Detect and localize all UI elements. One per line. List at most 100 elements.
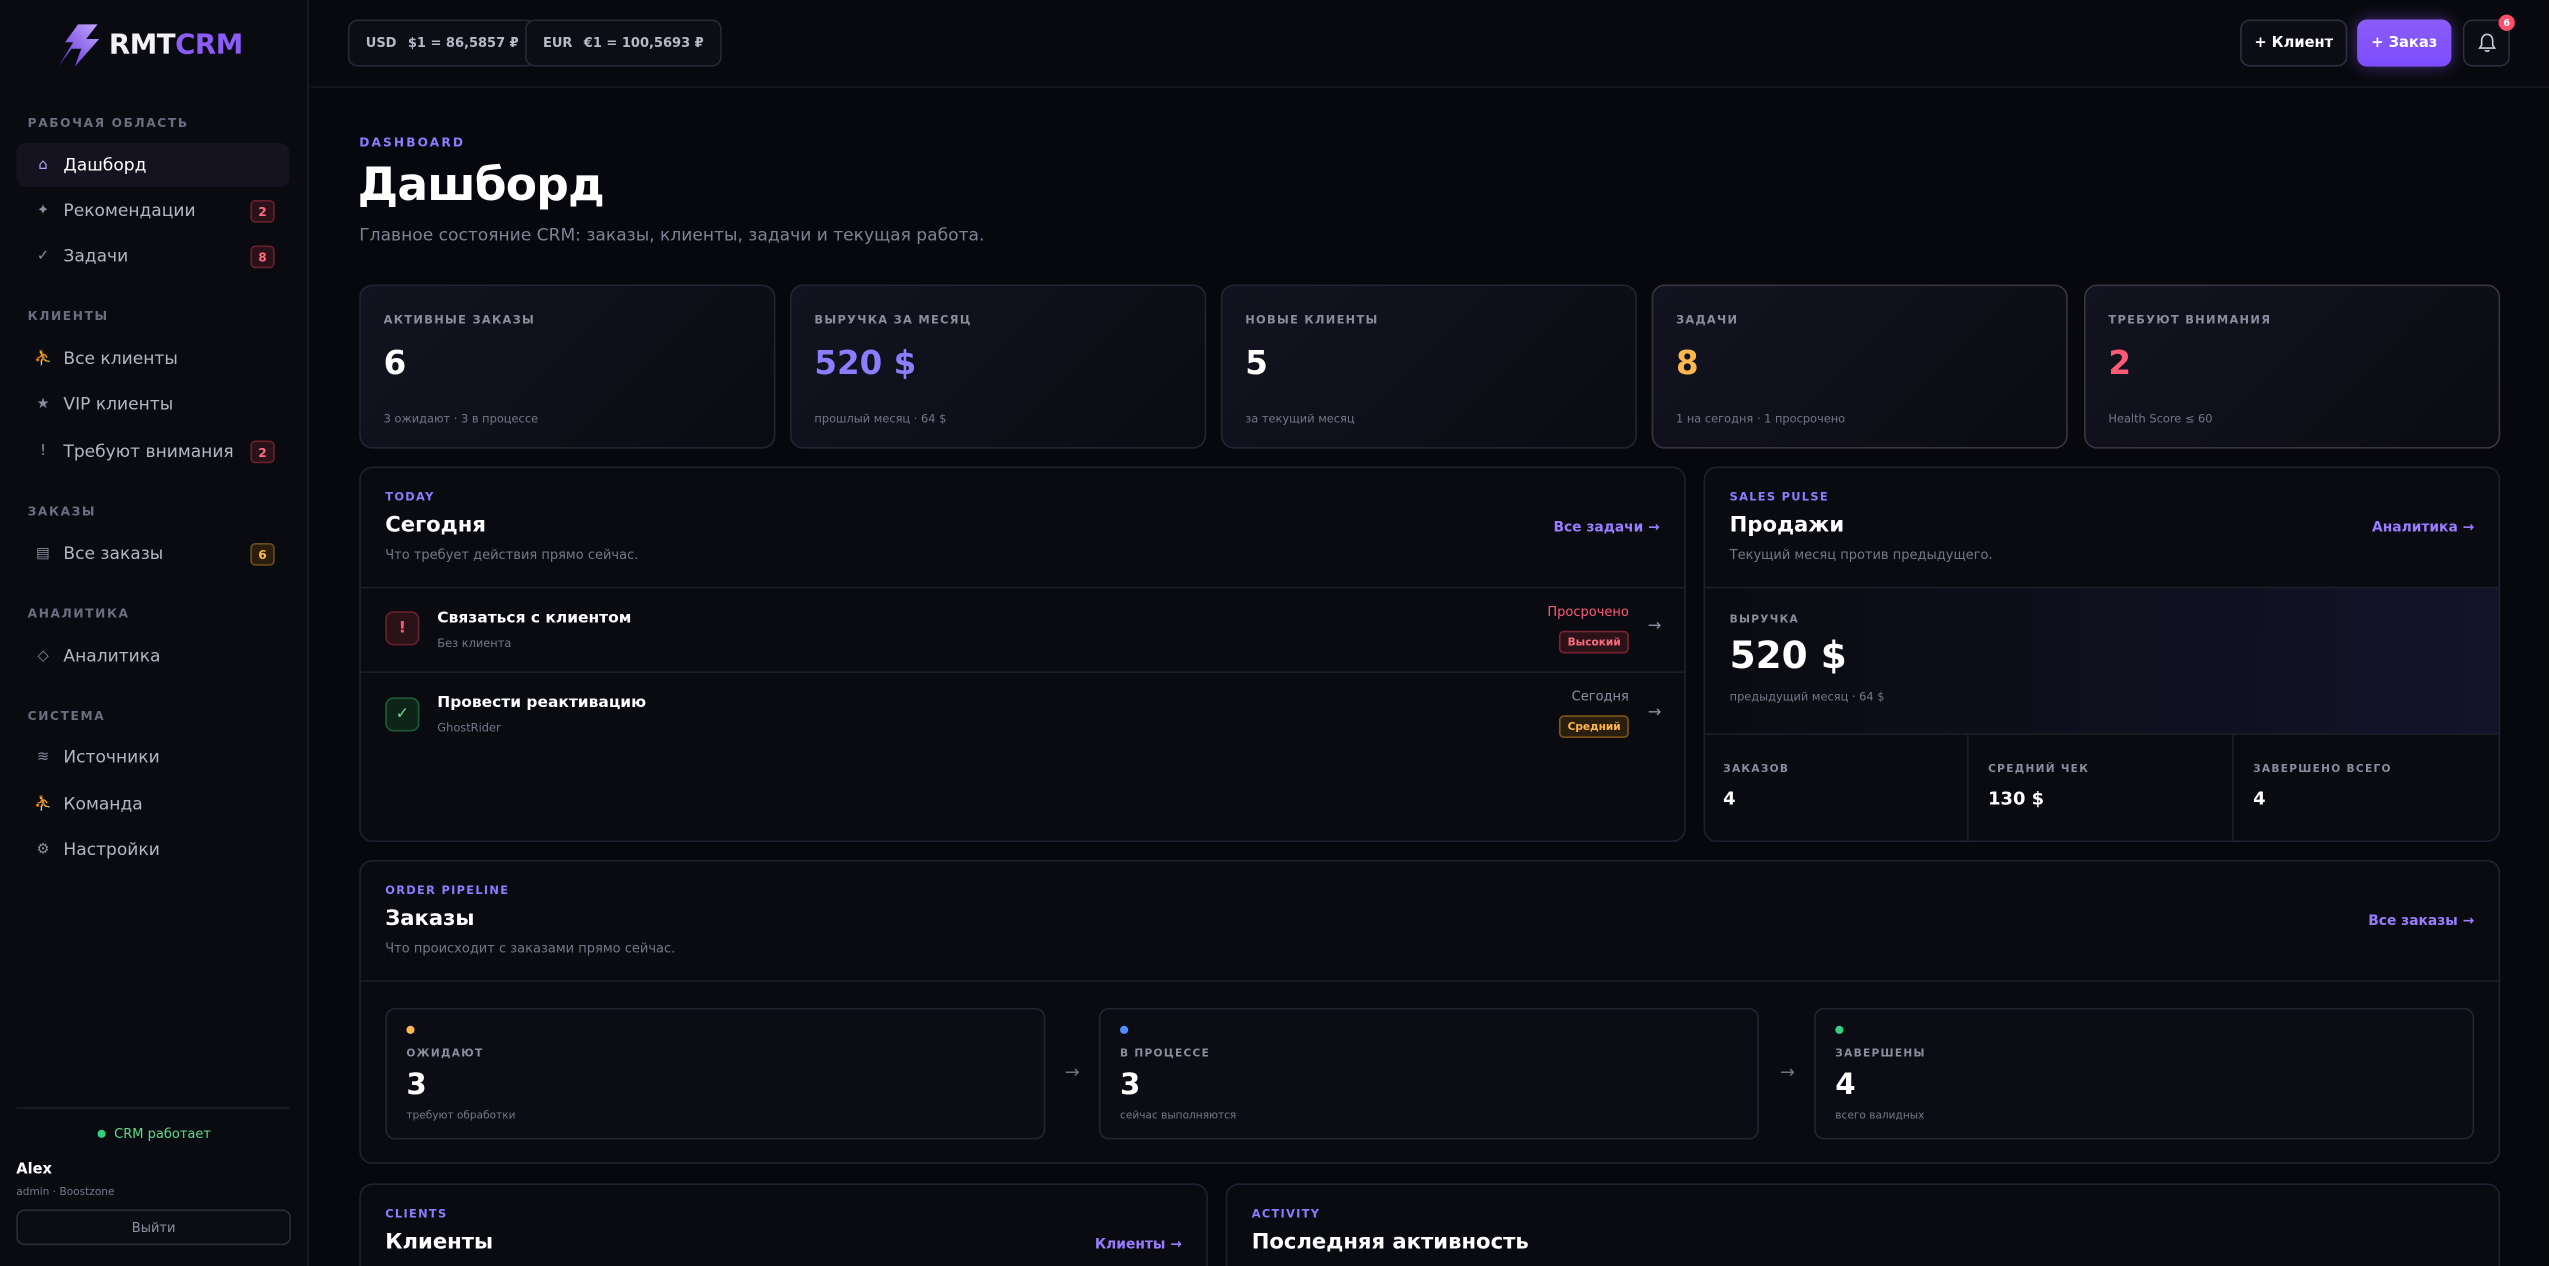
- stat-value: 520 $: [814, 343, 917, 383]
- add-client-button[interactable]: + Клиент: [2240, 19, 2348, 67]
- in-progress-dot-icon: [1120, 1025, 1129, 1034]
- sidebar-item-analytics[interactable]: ◇ Аналитика: [16, 634, 289, 678]
- stat-card-tasks[interactable]: ЗАДАЧИ 8 1 на сегодня · 1 просрочено: [1651, 284, 2068, 449]
- completed-dot-icon: [1835, 1025, 1844, 1034]
- crm-status: CRM работает: [0, 1127, 309, 1141]
- sidebar-item-vip-clients[interactable]: ★ VIP клиенты: [16, 382, 289, 426]
- stat-card-need-attention[interactable]: ТРЕБУЮТ ВНИМАНИЯ 2 Health Score ≤ 60: [2084, 284, 2501, 449]
- sidebar-item-tasks[interactable]: ✓ Задачи 8: [16, 234, 289, 278]
- stage-card-pending[interactable]: ОЖИДАЮТ 3 требуют обработки: [385, 1007, 1046, 1140]
- priority-badge: Высокий: [1559, 630, 1629, 654]
- sales-subtitle: Текущий месяц против предыдущего.: [1729, 547, 1993, 563]
- metric-label: СРЕДНИЙ ЧЕК: [1988, 762, 2090, 776]
- bell-icon: [2477, 33, 2496, 52]
- logo-text-rmt: RMT: [108, 29, 176, 62]
- page-title: Дашборд: [357, 157, 605, 212]
- nav-section-system: СИСТЕМА: [27, 708, 106, 724]
- sidebar-item-all-clients[interactable]: ⛹ Все клиенты: [16, 336, 289, 380]
- metric-value: 130 $: [1988, 788, 2045, 810]
- page-subtitle: Главное состояние CRM: заказы, клиенты, …: [359, 225, 985, 246]
- usd-rate-value: $1 = 86,5857 ₽: [407, 35, 519, 51]
- add-order-button[interactable]: + Заказ: [2357, 19, 2452, 67]
- sidebar-item-label: VIP клиенты: [63, 394, 174, 414]
- recommendations-count-badge: 2: [250, 199, 275, 223]
- sidebar-item-dashboard[interactable]: ⌂ Дашборд: [16, 143, 290, 187]
- wave-icon: ≋: [36, 748, 50, 765]
- metric-label: ЗАВЕРШЕНО ВСЕГО: [2253, 762, 2392, 776]
- sidebar-item-recommendations[interactable]: ✦ Рекомендации 2: [16, 189, 289, 233]
- sidebar-item-label: Все клиенты: [63, 348, 178, 369]
- sidebar-item-need-attention[interactable]: ! Требуют внимания 2: [16, 429, 289, 473]
- stat-card-new-clients[interactable]: НОВЫЕ КЛИЕНТЫ 5 за текущий месяц: [1220, 284, 1637, 449]
- task-client: Без клиента: [437, 637, 512, 651]
- priority-badge: Средний: [1559, 715, 1629, 739]
- activity-title: Последняя активность: [1251, 1230, 1529, 1255]
- sidebar-item-label: Настройки: [63, 839, 160, 860]
- pending-dot-icon: [406, 1025, 415, 1034]
- stat-value: 5: [1245, 343, 1268, 383]
- logo[interactable]: RMTCRM: [55, 23, 243, 69]
- sidebar-item-team[interactable]: ⛹ Команда: [16, 782, 289, 826]
- sidebar-item-label: Требуют внимания: [63, 441, 234, 461]
- usd-rate-chip: USD $1 = 86,5857 ₽: [347, 19, 537, 67]
- revenue-block: ВЫРУЧКА 520 $ предыдущий месяц · 64 $: [1705, 588, 2499, 734]
- notifications-button[interactable]: 6: [2462, 14, 2515, 67]
- stage-label: ЗАВЕРШЕНЫ: [1835, 1046, 1926, 1060]
- stage-sub: всего валидных: [1835, 1108, 1925, 1122]
- logout-button[interactable]: Выйти: [16, 1209, 291, 1246]
- task-due: Просрочено: [1547, 604, 1629, 620]
- eur-rate-value: €1 = 100,5693 ₽: [583, 35, 704, 51]
- user-role: admin · Boostzone: [16, 1185, 115, 1199]
- sidebar-item-sources[interactable]: ≋ Источники: [16, 735, 289, 779]
- pipeline-title: Заказы: [385, 907, 475, 932]
- today-title: Сегодня: [385, 513, 486, 539]
- revenue-previous: предыдущий месяц · 64 $: [1729, 690, 1885, 704]
- metric-divider: [1966, 734, 1969, 841]
- activity-eyebrow: ACTIVITY: [1251, 1207, 1321, 1221]
- attention-count-badge: 2: [250, 440, 275, 464]
- stage-card-completed[interactable]: ЗАВЕРШЕНЫ 4 всего валидных: [1814, 1007, 2475, 1140]
- stat-value: 8: [1675, 343, 1699, 383]
- stage-card-in-progress[interactable]: В ПРОЦЕССЕ 3 сейчас выполняются: [1098, 1007, 1759, 1140]
- stat-label: НОВЫЕ КЛИЕНТЫ: [1245, 313, 1379, 327]
- sales-title: Продажи: [1729, 513, 1845, 539]
- notifications-count-badge: 6: [2498, 14, 2515, 31]
- sidebar-item-all-orders[interactable]: ▤ Все заказы 6: [16, 532, 289, 576]
- arrow-right-icon[interactable]: →: [1648, 618, 1662, 636]
- stat-sub: за текущий месяц: [1245, 412, 1355, 426]
- sidebar-item-label: Рекомендации: [63, 200, 196, 221]
- arrow-right-icon: →: [1780, 1061, 1796, 1083]
- metric-divider: [2231, 734, 2234, 841]
- stage-sub: сейчас выполняются: [1120, 1108, 1237, 1122]
- eur-rate-currency: EUR: [542, 35, 573, 51]
- stat-card-monthly-revenue[interactable]: ВЫРУЧКА ЗА МЕСЯЦ 520 $ прошлый месяц · 6…: [790, 284, 1207, 449]
- sidebar-item-label: Источники: [63, 746, 160, 767]
- sales-eyebrow: SALES PULSE: [1729, 490, 1829, 504]
- stat-card-active-orders[interactable]: АКТИВНЫЕ ЗАКАЗЫ 6 3 ожидают · 3 в процес…: [359, 284, 776, 449]
- stat-sub: 1 на сегодня · 1 просрочено: [1675, 412, 1846, 426]
- nav-section-clients: КЛИЕНТЫ: [27, 308, 109, 324]
- divider: [1705, 733, 2499, 735]
- metric-label: ЗАКАЗОВ: [1723, 762, 1790, 776]
- check-icon: ✓: [385, 697, 420, 732]
- all-tasks-link[interactable]: Все задачи →: [1553, 520, 1659, 536]
- clients-link[interactable]: Клиенты →: [1095, 1237, 1182, 1253]
- arrow-right-icon: →: [1064, 1061, 1080, 1083]
- list-icon: ▤: [36, 545, 50, 562]
- stat-sub: Health Score ≤ 60: [2108, 412, 2213, 426]
- stat-sub: 3 ожидают · 3 в процессе: [383, 412, 539, 426]
- revenue-value: 520 $: [1729, 635, 1847, 678]
- pipeline-subtitle: Что происходит с заказами прямо сейчас.: [385, 941, 676, 956]
- page-eyebrow: DASHBOARD: [359, 134, 466, 150]
- stat-value: 6: [383, 343, 407, 383]
- status-dot-icon: [97, 1129, 107, 1138]
- sidebar-item-settings[interactable]: ⚙ Настройки: [16, 827, 289, 871]
- alert-icon: !: [40, 442, 46, 460]
- today-panel: TODAY Сегодня Что требует действия прямо…: [359, 466, 1686, 843]
- arrow-right-icon[interactable]: →: [1648, 704, 1662, 722]
- stat-label: ТРЕБУЮТ ВНИМАНИЯ: [2108, 313, 2272, 327]
- stage-label: В ПРОЦЕССЕ: [1120, 1046, 1211, 1060]
- all-orders-link[interactable]: Все заказы →: [2368, 914, 2474, 930]
- sales-panel: SALES PULSE Продажи Текущий месяц против…: [1703, 466, 2501, 843]
- analytics-link[interactable]: Аналитика →: [2372, 520, 2474, 536]
